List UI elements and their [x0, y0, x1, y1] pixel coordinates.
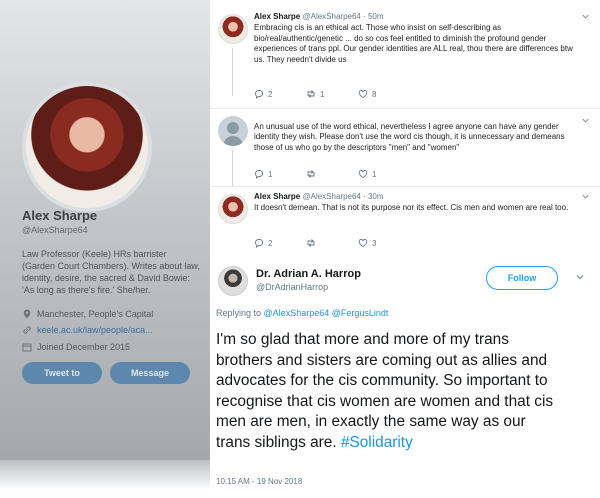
like-count: 3	[372, 238, 377, 248]
tweet-body: An unusual use of the word ethical, neve…	[254, 122, 584, 153]
retweet-count: 1	[320, 89, 325, 99]
reply-action[interactable]: 2	[254, 89, 306, 99]
tweet-header: Alex Sharpe @AlexSharpe64 · 30m	[254, 192, 584, 202]
thread-connector	[232, 48, 233, 96]
main-tweet-text: I'm so glad that more and more of my tra…	[216, 330, 556, 453]
reply-icon	[255, 90, 264, 99]
divider	[210, 186, 600, 187]
follow-button[interactable]: Follow	[486, 266, 558, 290]
reply-icon	[255, 239, 264, 248]
reply-count: 2	[268, 89, 273, 99]
reply-count: 1	[268, 169, 273, 179]
profile-name[interactable]: Alex Sharpe	[22, 208, 97, 223]
divider	[210, 108, 600, 109]
tweet-author-handle[interactable]: @AlexSharpe64 · 50m	[302, 12, 383, 21]
replying-to: Replying to @AlexSharpe64 @FergusLindt	[216, 308, 388, 318]
profile-link[interactable]: keele.ac.uk/law/people/aca...	[22, 325, 153, 335]
main-tweet[interactable]: Dr. Adrian A. Harrop @DrAdrianHarrop Fol…	[210, 258, 600, 498]
replying-to-mentions[interactable]: @AlexSharpe64 @FergusLindt	[264, 308, 389, 318]
main-tweet-author-handle[interactable]: @DrAdrianHarrop	[256, 282, 328, 292]
hashtag-link[interactable]: #Solidarity	[341, 434, 413, 451]
tweet-actions: 2 3	[254, 238, 410, 248]
like-count: 8	[372, 89, 377, 99]
retweet-action[interactable]	[306, 238, 358, 248]
thread-tweet[interactable]: An unusual use of the word ethical, neve…	[210, 116, 590, 186]
tweet-avatar[interactable]	[218, 116, 248, 146]
tweet-text: Embracing cis is an ethical act. Those w…	[254, 23, 573, 64]
profile-handle[interactable]: @AlexSharpe64	[22, 225, 88, 235]
tweet-text: It doesn't demean. That is not its purpo…	[254, 203, 569, 213]
reply-thread: Alex Sharpe @AlexSharpe64 · 50m Embracin…	[210, 0, 600, 270]
main-tweet-timestamp[interactable]: 10:15 AM - 19 Nov 2018	[216, 477, 302, 486]
tweet-body: Alex Sharpe @AlexSharpe64 · 30m It doesn…	[254, 192, 584, 214]
like-count: 1	[372, 169, 377, 179]
retweet-icon	[307, 239, 315, 247]
heart-icon	[358, 89, 368, 99]
retweet-action[interactable]: 1	[306, 89, 358, 99]
reply-action[interactable]: 2	[254, 238, 306, 248]
profile-location: Manchester, People's Capital	[22, 309, 153, 319]
replying-to-label: Replying to	[216, 308, 262, 318]
like-action[interactable]: 3	[358, 238, 410, 248]
main-tweet-author-name[interactable]: Dr. Adrian A. Harrop	[256, 268, 361, 280]
profile-joined-text: Joined December 2015	[37, 342, 131, 352]
main-tweet-avatar[interactable]	[218, 266, 248, 296]
chevron-down-icon[interactable]	[575, 272, 585, 282]
location-pin-icon	[23, 309, 31, 319]
chevron-down-icon[interactable]	[581, 116, 590, 125]
like-action[interactable]: 8	[358, 89, 410, 99]
tweet-author-name[interactable]: Alex Sharpe	[254, 192, 300, 201]
tweet-avatar[interactable]	[218, 194, 248, 224]
message-button[interactable]: Message	[110, 362, 190, 384]
heart-icon	[358, 169, 368, 179]
thread-connector	[232, 150, 233, 186]
profile-location-text: Manchester, People's Capital	[37, 309, 154, 319]
tweet-header: Alex Sharpe @AlexSharpe64 · 50m	[254, 12, 584, 22]
profile-joined: Joined December 2015	[22, 342, 130, 352]
thread-tweet[interactable]: Alex Sharpe @AlexSharpe64 · 50m Embracin…	[210, 12, 590, 104]
tweet-author-name[interactable]: Alex Sharpe	[254, 12, 300, 21]
reply-action[interactable]: 1	[254, 169, 306, 179]
thread-tweet[interactable]: Alex Sharpe @AlexSharpe64 · 30m It doesn…	[210, 192, 590, 254]
default-avatar-icon	[223, 122, 243, 146]
tweet-to-button[interactable]: Tweet to	[22, 362, 102, 384]
profile-bio: Law Professor (Keele) HRs barrister (Gar…	[22, 249, 200, 295]
tweet-actions: 2 1 8	[254, 89, 410, 99]
reply-icon	[255, 170, 264, 179]
profile-link-text[interactable]: keele.ac.uk/law/people/aca...	[37, 325, 153, 335]
like-action[interactable]: 1	[358, 169, 410, 179]
tweet-text: An unusual use of the word ethical, neve…	[254, 122, 565, 152]
tweet-body: Alex Sharpe @AlexSharpe64 · 50m Embracin…	[254, 12, 584, 65]
link-icon	[23, 326, 31, 334]
profile-avatar[interactable]	[22, 82, 152, 212]
tweet-actions: 1 1	[254, 169, 410, 179]
chevron-down-icon[interactable]	[581, 192, 590, 201]
retweet-icon	[307, 90, 315, 98]
reply-count: 2	[268, 238, 273, 248]
retweet-action[interactable]	[306, 169, 358, 179]
retweet-icon	[307, 170, 315, 178]
calendar-icon	[22, 343, 32, 352]
profile-sidebar: Alex Sharpe @AlexSharpe64 Law Professor …	[0, 0, 210, 490]
chevron-down-icon[interactable]	[581, 12, 590, 21]
tweet-author-handle[interactable]: @AlexSharpe64 · 30m	[302, 192, 383, 201]
tweet-avatar[interactable]	[218, 14, 248, 44]
heart-icon	[358, 238, 368, 248]
